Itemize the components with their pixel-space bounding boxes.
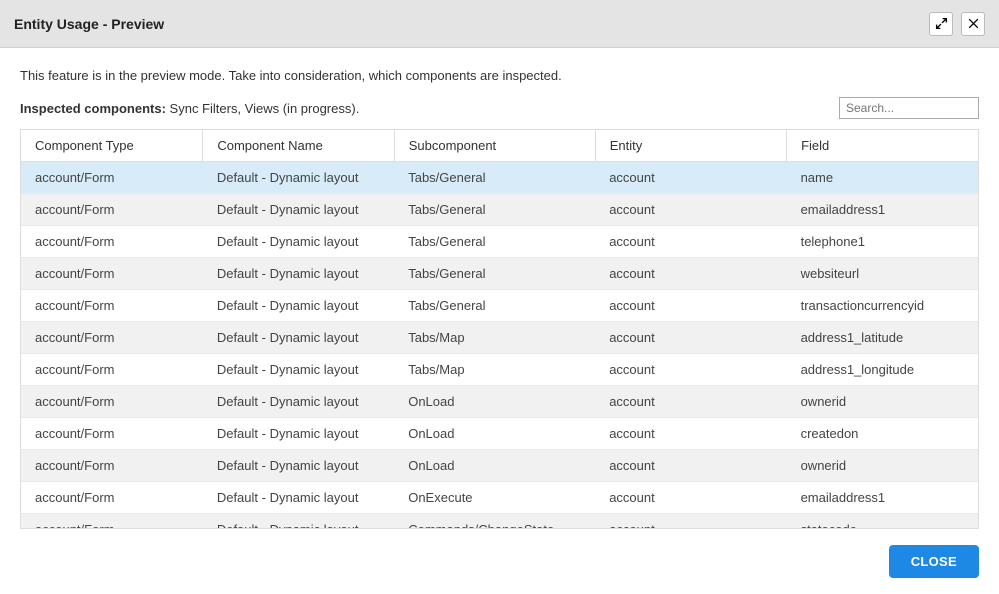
maximize-button[interactable] — [929, 12, 953, 36]
close-button[interactable]: CLOSE — [889, 545, 979, 578]
dialog-close-button[interactable] — [961, 12, 985, 36]
cell-component-type: account/Form — [21, 258, 203, 290]
cell-entity: account — [595, 354, 786, 386]
inspected-components-row: Inspected components: Sync Filters, View… — [20, 97, 979, 119]
cell-entity: account — [595, 290, 786, 322]
cell-component-name: Default - Dynamic layout — [203, 162, 394, 194]
cell-component-type: account/Form — [21, 322, 203, 354]
column-header-component-name[interactable]: Component Name — [203, 130, 394, 162]
cell-component-type: account/Form — [21, 162, 203, 194]
column-header-entity[interactable]: Entity — [595, 130, 786, 162]
inspected-components-label: Inspected components: — [20, 101, 166, 116]
search-input[interactable] — [839, 97, 979, 119]
titlebar-controls — [929, 12, 985, 36]
results-table: Component Type Component Name Subcompone… — [21, 130, 978, 529]
table-row[interactable]: account/FormDefault - Dynamic layoutOnEx… — [21, 482, 978, 514]
cell-component-type: account/Form — [21, 354, 203, 386]
table-row[interactable]: account/FormDefault - Dynamic layoutTabs… — [21, 354, 978, 386]
cell-entity: account — [595, 418, 786, 450]
cell-subcomponent: Commands/ChangeState — [394, 514, 595, 530]
cell-entity: account — [595, 514, 786, 530]
dialog-footer: CLOSE — [0, 529, 999, 594]
cell-entity: account — [595, 194, 786, 226]
table-row[interactable]: account/FormDefault - Dynamic layoutOnLo… — [21, 386, 978, 418]
cell-field: address1_longitude — [787, 354, 978, 386]
cell-component-name: Default - Dynamic layout — [203, 386, 394, 418]
cell-subcomponent: Tabs/General — [394, 194, 595, 226]
cell-subcomponent: Tabs/Map — [394, 354, 595, 386]
cell-component-type: account/Form — [21, 290, 203, 322]
cell-component-name: Default - Dynamic layout — [203, 258, 394, 290]
cell-component-type: account/Form — [21, 194, 203, 226]
cell-entity: account — [595, 482, 786, 514]
cell-component-name: Default - Dynamic layout — [203, 322, 394, 354]
table-row[interactable]: account/FormDefault - Dynamic layoutTabs… — [21, 322, 978, 354]
table-row[interactable]: account/FormDefault - Dynamic layoutOnLo… — [21, 418, 978, 450]
cell-subcomponent: OnLoad — [394, 450, 595, 482]
cell-component-name: Default - Dynamic layout — [203, 226, 394, 258]
cell-subcomponent: Tabs/General — [394, 226, 595, 258]
entity-usage-dialog: Entity Usage - Preview This feature is i… — [0, 0, 999, 594]
cell-entity: account — [595, 322, 786, 354]
cell-component-name: Default - Dynamic layout — [203, 514, 394, 530]
cell-field: telephone1 — [787, 226, 978, 258]
cell-component-name: Default - Dynamic layout — [203, 354, 394, 386]
cell-field: emailaddress1 — [787, 194, 978, 226]
cell-entity: account — [595, 162, 786, 194]
column-header-field[interactable]: Field — [787, 130, 978, 162]
cell-subcomponent: Tabs/General — [394, 290, 595, 322]
cell-field: ownerid — [787, 450, 978, 482]
dialog-title: Entity Usage - Preview — [14, 16, 164, 32]
results-table-wrap[interactable]: Component Type Component Name Subcompone… — [20, 129, 979, 529]
cell-subcomponent: OnExecute — [394, 482, 595, 514]
cell-component-type: account/Form — [21, 226, 203, 258]
preview-notice: This feature is in the preview mode. Tak… — [20, 68, 979, 83]
dialog-titlebar: Entity Usage - Preview — [0, 0, 999, 48]
close-icon — [967, 17, 980, 30]
cell-subcomponent: Tabs/General — [394, 258, 595, 290]
cell-component-name: Default - Dynamic layout — [203, 418, 394, 450]
table-row[interactable]: account/FormDefault - Dynamic layoutTabs… — [21, 162, 978, 194]
dialog-content: This feature is in the preview mode. Tak… — [0, 48, 999, 529]
cell-component-name: Default - Dynamic layout — [203, 290, 394, 322]
cell-component-type: account/Form — [21, 450, 203, 482]
cell-entity: account — [595, 258, 786, 290]
cell-component-type: account/Form — [21, 386, 203, 418]
cell-subcomponent: OnLoad — [394, 418, 595, 450]
inspected-components-text: Inspected components: Sync Filters, View… — [20, 101, 359, 116]
table-row[interactable]: account/FormDefault - Dynamic layoutTabs… — [21, 258, 978, 290]
table-header-row: Component Type Component Name Subcompone… — [21, 130, 978, 162]
maximize-icon — [935, 17, 948, 30]
column-header-subcomponent[interactable]: Subcomponent — [394, 130, 595, 162]
cell-subcomponent: Tabs/General — [394, 162, 595, 194]
cell-component-type: account/Form — [21, 418, 203, 450]
cell-component-type: account/Form — [21, 514, 203, 530]
cell-field: ownerid — [787, 386, 978, 418]
cell-field: websiteurl — [787, 258, 978, 290]
table-row[interactable]: account/FormDefault - Dynamic layoutComm… — [21, 514, 978, 530]
cell-subcomponent: Tabs/Map — [394, 322, 595, 354]
cell-entity: account — [595, 386, 786, 418]
table-row[interactable]: account/FormDefault - Dynamic layoutOnLo… — [21, 450, 978, 482]
column-header-component-type[interactable]: Component Type — [21, 130, 203, 162]
cell-field: name — [787, 162, 978, 194]
table-body: account/FormDefault - Dynamic layoutTabs… — [21, 162, 978, 530]
cell-component-name: Default - Dynamic layout — [203, 482, 394, 514]
table-row[interactable]: account/FormDefault - Dynamic layoutTabs… — [21, 194, 978, 226]
table-row[interactable]: account/FormDefault - Dynamic layoutTabs… — [21, 226, 978, 258]
cell-field: emailaddress1 — [787, 482, 978, 514]
cell-field: createdon — [787, 418, 978, 450]
cell-field: transactioncurrencyid — [787, 290, 978, 322]
inspected-components-value: Sync Filters, Views (in progress). — [170, 101, 360, 116]
cell-field: address1_latitude — [787, 322, 978, 354]
table-row[interactable]: account/FormDefault - Dynamic layoutTabs… — [21, 290, 978, 322]
cell-component-name: Default - Dynamic layout — [203, 194, 394, 226]
cell-entity: account — [595, 226, 786, 258]
cell-subcomponent: OnLoad — [394, 386, 595, 418]
cell-component-name: Default - Dynamic layout — [203, 450, 394, 482]
cell-entity: account — [595, 450, 786, 482]
cell-component-type: account/Form — [21, 482, 203, 514]
cell-field: statecode — [787, 514, 978, 530]
